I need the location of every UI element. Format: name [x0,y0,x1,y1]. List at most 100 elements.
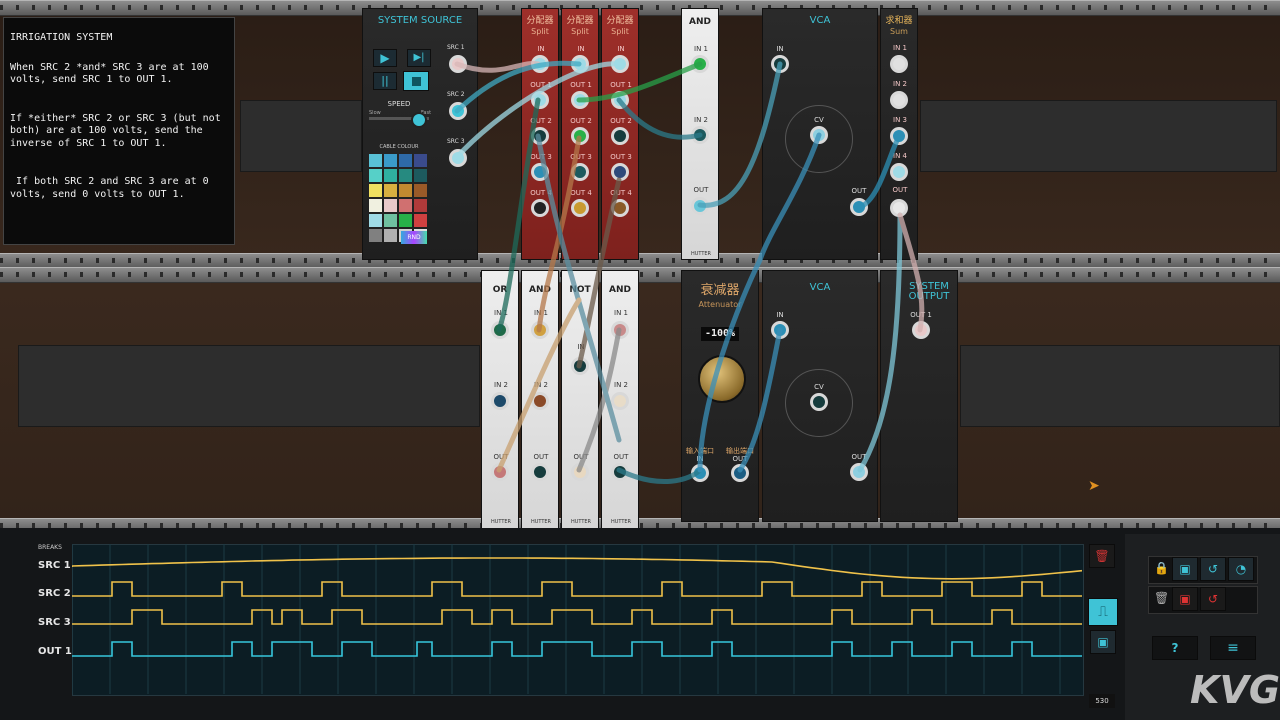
split-out-jack[interactable] [531,91,549,109]
cable-colour-swatch[interactable] [399,154,412,167]
vca-bottom-in-jack[interactable] [771,321,789,339]
cable-colour-swatch[interactable] [399,214,412,227]
cable-colour-swatch[interactable] [384,199,397,212]
logic-in2-jack[interactable] [531,392,549,410]
logic-out-label: OUT [533,453,549,461]
cable-colour-swatch[interactable] [414,184,427,197]
cable-colour-swatch[interactable] [414,214,427,227]
vca-bottom-out-jack[interactable] [850,463,868,481]
logic-in1-jack[interactable] [611,321,629,339]
help-button[interactable]: ? [1152,636,1198,660]
trash-icon[interactable]: 🗑 [1154,591,1169,605]
src3-jack[interactable] [449,149,467,167]
cable-colour-swatch[interactable] [384,184,397,197]
logic-in1-label: IN 1 [534,309,548,317]
logic-in1-jack[interactable] [571,357,589,375]
logic-out-jack[interactable] [611,463,629,481]
split-out-jack[interactable] [571,127,589,145]
pause-button[interactable]: || [373,72,397,90]
split-in-jack[interactable] [571,55,589,73]
cable-colour-swatch[interactable] [384,214,397,227]
and-top-out-jack[interactable] [691,197,709,215]
src1-jack[interactable] [449,55,467,73]
split-out-jack[interactable] [611,199,629,217]
split-out-jack[interactable] [611,91,629,109]
cable-colour-swatch[interactable] [369,169,382,182]
split-out-jack[interactable] [571,91,589,109]
sum-in-jack[interactable] [890,91,908,109]
attenuator-knob[interactable] [698,355,746,403]
and-top-title: AND [689,17,711,27]
cable-colour-swatch[interactable] [414,154,427,167]
sum-in-jack[interactable] [890,163,908,181]
logic-in1-jack[interactable] [531,321,549,339]
speed-slider-handle[interactable] [411,112,427,128]
cable-tool-button[interactable]: ↺ [1200,557,1226,581]
attenuator-module: 衰减器 Attenuator -100% 输入端口 IN 输出端口 OUT [681,270,759,522]
cable-colour-swatch[interactable] [369,199,382,212]
cable-colour-swatch[interactable] [384,169,397,182]
vca-top-cv-jack[interactable] [810,126,828,144]
and-top-in2-jack[interactable] [691,126,709,144]
cable-colour-swatch[interactable] [369,184,382,197]
puzzle-description-panel: IRRIGATION SYSTEM When SRC 2 *and* SRC 3… [3,17,235,245]
vca-bottom-cv-jack[interactable] [810,393,828,411]
system-output-out1-jack[interactable] [912,321,930,339]
breaks-label: BREAKS [38,544,62,551]
sum-in-jack[interactable] [890,55,908,73]
split-out-jack[interactable] [531,199,549,217]
split-out-jack[interactable] [611,163,629,181]
logic-out-jack[interactable] [531,463,549,481]
stop-button[interactable] [403,71,429,91]
sum-in-jack[interactable] [890,127,908,145]
cable-colour-swatch[interactable] [414,199,427,212]
vca-top-cv-label: CV [814,116,824,124]
logic-out-jack[interactable] [571,463,589,481]
logic-in2-jack[interactable] [491,392,509,410]
and-top-in1-jack[interactable] [691,55,709,73]
split-cn-title: 分配器 [526,16,554,26]
clear-trace-button[interactable]: 🗑 [1089,544,1115,568]
vca-top-in-jack[interactable] [771,55,789,73]
logic-in2-jack[interactable] [611,392,629,410]
split-out-jack[interactable] [531,127,549,145]
split-in-label: IN [537,45,545,53]
cable-colour-swatch[interactable] [399,184,412,197]
delete-module-button[interactable]: ▣ [1172,587,1198,611]
menu-button[interactable]: ≡ [1210,636,1256,660]
rnd-button[interactable]: RND [401,231,427,244]
split-out-jack[interactable] [571,199,589,217]
split-out-jack[interactable] [531,163,549,181]
cable-colour-swatch[interactable] [369,229,382,242]
logic-out-jack[interactable] [491,463,509,481]
empty-rack-right [920,100,1277,172]
split-in-jack[interactable] [531,55,549,73]
split-in-jack[interactable] [611,55,629,73]
cable-colour-swatch[interactable] [414,169,427,182]
lock-icon[interactable]: 🔒 [1154,561,1169,575]
cable-colour-swatch[interactable] [369,154,382,167]
attenuator-in-label: IN [696,455,704,463]
cable-colour-swatch[interactable] [399,169,412,182]
attenuator-in-jack[interactable] [691,464,709,482]
vca-top-out-jack[interactable] [850,198,868,216]
scope-save-button[interactable]: ▣ [1090,630,1116,654]
play-button[interactable]: ▶ [373,49,397,67]
cable-colour-swatch[interactable] [384,154,397,167]
sum-cn-title: 求和器 [885,16,913,26]
scope-wave-button[interactable]: ⎍ [1088,598,1118,626]
attenuator-value-display: -100% [701,327,739,341]
split-out-jack[interactable] [611,127,629,145]
src2-jack[interactable] [449,102,467,120]
cable-colour-swatch[interactable] [399,199,412,212]
cable-colour-swatch[interactable] [384,229,397,242]
step-button[interactable]: ▶| [407,49,431,67]
cable-colour-swatch[interactable] [369,214,382,227]
module-tool-button[interactable]: ▣ [1172,557,1198,581]
knob-tool-button[interactable]: ◔ [1228,557,1254,581]
delete-cable-button[interactable]: ↺ [1200,587,1226,611]
attenuator-out-jack[interactable] [731,464,749,482]
sum-out-jack[interactable] [890,199,908,217]
split-out-jack[interactable] [571,163,589,181]
logic-in1-jack[interactable] [491,321,509,339]
